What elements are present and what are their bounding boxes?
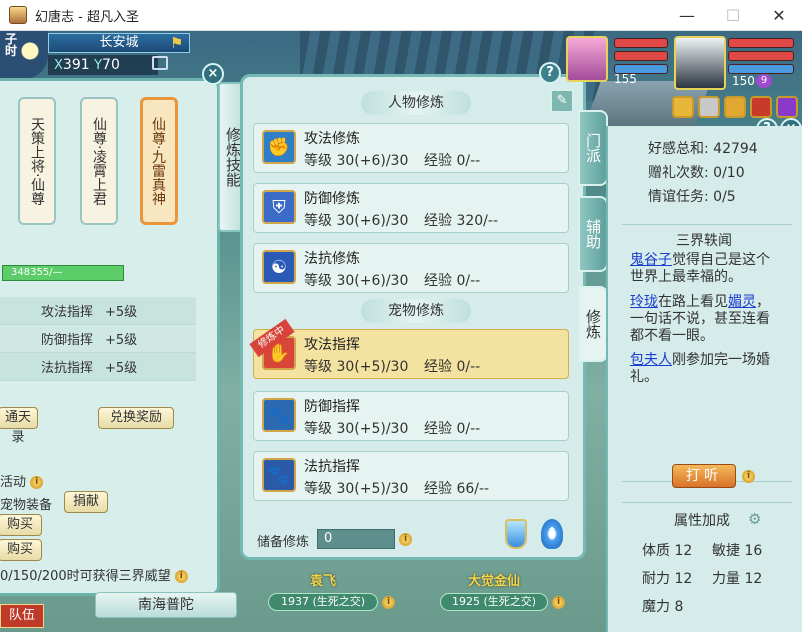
title-scroll-2[interactable]: 仙尊·凌霄上君 [80, 97, 118, 225]
pet-name-2[interactable]: 大觉金仙 [468, 570, 520, 589]
tiantian-record-button[interactable]: 通天录 [0, 407, 38, 445]
cultivation-panel: 人物修炼 ✎ ✊ 攻法修炼 等级 30(+6)/30 经验 0/-- ⛨ 防御修… [240, 74, 586, 560]
news-item: 包夫人刚参加完一场婚礼。 [630, 352, 770, 385]
gear-icon[interactable]: ⚙ [748, 510, 761, 528]
cultivation-card[interactable]: ☯ 法抗修炼 等级 30(+6)/30 经验 0/-- [253, 243, 569, 293]
news-item: 鬼谷子觉得自己是这个世界上最幸福的。 [630, 252, 770, 285]
progress-bar: 348355/— [2, 265, 124, 281]
event-label: 活动 i [0, 471, 44, 490]
pet-cultivation-header: 宠物修炼 [361, 299, 471, 323]
edit-icon[interactable]: ✎ [550, 89, 574, 113]
app-icon [9, 6, 27, 24]
pet-bond-bar-1: 1937 (生死之交) [268, 593, 378, 611]
tab-assist[interactable]: 辅助 [578, 196, 608, 272]
cultivation-card[interactable]: ✊ 攻法修炼 等级 30(+6)/30 经验 0/-- [253, 123, 569, 173]
cultivation-card-active[interactable]: ✋ 修炼中 攻法指挥 等级 30(+5)/30 经验 0/-- [249, 318, 569, 379]
resistance-cultivation-icon: ☯ [262, 250, 296, 284]
attribute-title: 属性加成 [674, 513, 730, 529]
info-icon[interactable]: i [399, 533, 412, 546]
reserve-value: 0 [317, 529, 395, 549]
gift-count: 赠礼次数: 0/10 [648, 165, 745, 181]
player-level: 150 [732, 74, 755, 88]
favor-total: 好感总和: 42794 [648, 141, 758, 157]
pet-name-1[interactable]: 袁飞 [310, 570, 336, 589]
attr-magic: 魔力 8 [642, 599, 684, 615]
city-name[interactable]: 长安城 [48, 33, 190, 53]
pet-defense-icon: 🐾 [262, 398, 296, 432]
window-title: 幻唐志 - 超凡入圣 [35, 9, 139, 25]
tab-sect[interactable]: 门派 [578, 110, 608, 186]
info-icon[interactable]: i [742, 470, 755, 483]
exchange-reward-button[interactable]: 兑换奖励 [98, 407, 174, 429]
time-moon-icon[interactable]: 子时 [0, 31, 48, 79]
player-status-bars [728, 38, 794, 77]
tab-cultivation[interactable]: 修炼 [578, 286, 608, 362]
buy-button-2[interactable]: 购买 [0, 539, 42, 561]
pet-resistance-icon: 🐾 [262, 458, 296, 492]
title-scroll-1[interactable]: 天策上将·仙尊 [18, 97, 56, 225]
attr-strength: 力量 12 [712, 571, 763, 587]
info-icon[interactable]: i [552, 596, 565, 609]
cultivation-card[interactable]: ⛨ 防御修炼 等级 30(+6)/30 经验 320/-- [253, 183, 569, 233]
cultivation-card[interactable]: 🐾 法抗指挥 等级 30(+5)/30 经验 66/-- [253, 451, 569, 501]
donate-button[interactable]: 捐献 [64, 491, 108, 513]
news-item: 玲珑在路上看见媚灵，一句话不说，甚至连看都不看一眼。 [630, 294, 770, 344]
attr-endurance: 耐力 12 [642, 571, 693, 587]
pet-equip-label: 宠物装备 [0, 498, 53, 513]
listen-button[interactable]: 打听 [672, 464, 736, 488]
cultivation-card[interactable]: 🐾 防御指挥 等级 30(+5)/30 经验 0/-- [253, 391, 569, 441]
help-button[interactable]: ? [539, 62, 561, 84]
map-location-button[interactable]: 南海普陀 [95, 592, 237, 618]
pet-bond-bar-2: 1925 (生死之交) [440, 593, 548, 611]
info-icon[interactable]: i [30, 476, 44, 489]
command-list: 攻法指挥 +5级 防御指挥 +5级 法抗指挥 +5级 [0, 297, 196, 381]
buff-icon-5[interactable] [776, 96, 798, 118]
window-titlebar: 幻唐志 - 超凡入圣 — ☐ ✕ [0, 0, 802, 31]
buy-button-1[interactable]: 购买 [0, 514, 42, 536]
player-badge: 9 [756, 74, 772, 88]
buff-icon-2[interactable] [698, 96, 720, 118]
pet-level: 155 [614, 72, 637, 86]
quest-count: 情谊任务: 0/5 [648, 189, 736, 205]
prestige-note: 0/150/200时可获得三界威望 i [0, 565, 188, 584]
info-icon[interactable]: i [174, 570, 188, 583]
maximize-button[interactable]: ☐ [710, 0, 756, 31]
upgrade-flame-icon[interactable]: ↑ [541, 519, 563, 549]
buff-icon-1[interactable] [672, 96, 694, 118]
map-icon[interactable] [152, 56, 168, 70]
buff-icon-4[interactable] [750, 96, 772, 118]
attr-agility: 敏捷 16 [712, 543, 763, 559]
right-panel: 好感总和: 42794 赠礼次数: 0/10 情谊任务: 0/5 三界轶闻 鬼谷… [606, 126, 802, 632]
list-item: 防御指挥 +5级 [0, 325, 196, 353]
defense-cultivation-icon: ⛨ [262, 190, 296, 224]
minimize-button[interactable]: — [664, 0, 710, 31]
attack-cultivation-icon: ✊ [262, 130, 296, 164]
reserve-label: 储备修炼 [257, 535, 310, 550]
list-item: 攻法指挥 +5级 [0, 297, 196, 325]
title-scroll-3-active[interactable]: 仙尊·九雷真神 [140, 97, 178, 225]
attr-constitution: 体质 12 [642, 543, 693, 559]
coordinates: X391 Y70 [48, 55, 158, 75]
list-item: 法抗指挥 +5级 [0, 353, 196, 381]
mail-icon[interactable] [724, 96, 746, 118]
left-panel: 天策上将·仙尊 仙尊·凌霄上君 仙尊·九雷真神 348355/— 攻法指挥 +5级… [0, 78, 220, 596]
team-button[interactable]: 队伍 [0, 604, 44, 628]
info-icon[interactable]: i [382, 596, 395, 609]
time-label: 子时 [5, 32, 18, 58]
close-window-button[interactable]: ✕ [756, 0, 802, 31]
potion-icon[interactable] [505, 519, 527, 549]
flag-icon[interactable]: ⚑ [170, 34, 188, 52]
player-avatar[interactable] [674, 36, 726, 90]
pet-avatar[interactable] [566, 36, 608, 82]
character-cultivation-header: 人物修炼 [361, 91, 471, 115]
news-title: 三界轶闻 [676, 233, 732, 249]
